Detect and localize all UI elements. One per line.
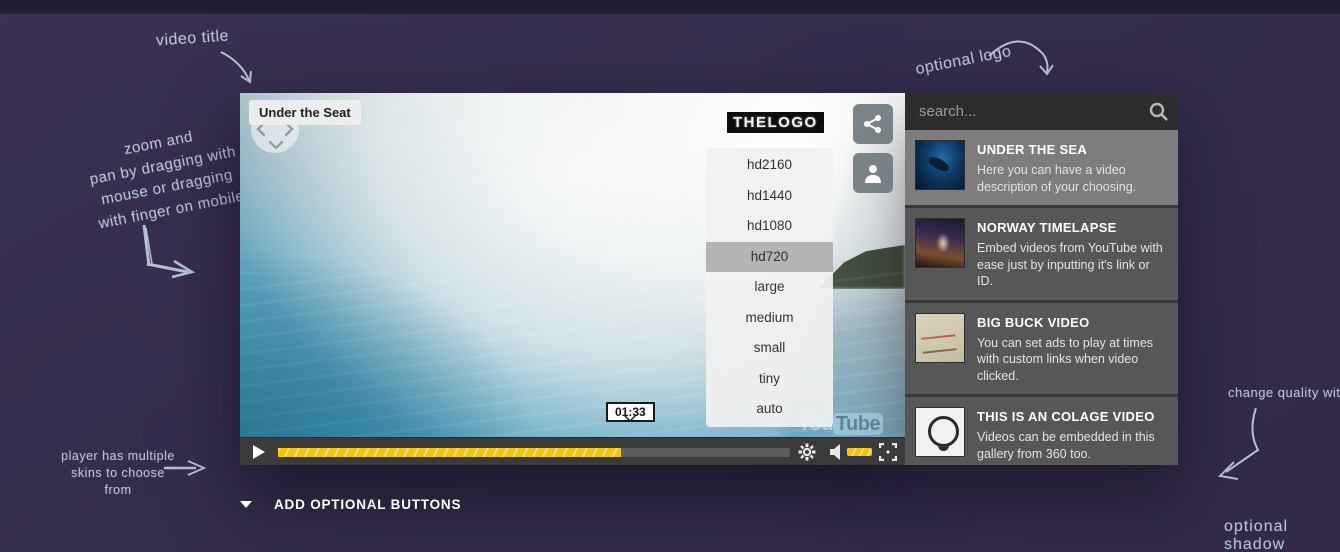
chevron-down-icon[interactable]	[269, 141, 283, 150]
playlist-item-text: NORWAY TIMELAPSE Embed videos from YouTu…	[977, 218, 1168, 290]
play-icon[interactable]	[251, 444, 267, 460]
quality-option-tiny[interactable]: tiny	[706, 364, 833, 395]
quality-menu: hd2160 hd1440 hd1080 hd720 large medium …	[706, 148, 833, 427]
video-thumbnail	[915, 312, 965, 363]
time-tooltip: 01:33	[606, 402, 655, 422]
share-icon	[864, 115, 881, 133]
arrow-icon	[988, 40, 1054, 76]
playlist-item[interactable]: THIS IS AN COLAGE VIDEO Videos can be em…	[905, 397, 1178, 465]
video-player: Under the Seat THELOGO hd2160 hd1440 hd1…	[240, 93, 905, 465]
fullscreen-icon[interactable]	[879, 443, 897, 461]
arrow-icon	[142, 224, 196, 279]
quality-option-medium[interactable]: medium	[706, 303, 833, 334]
quality-option-hd1440[interactable]: hd1440	[706, 181, 833, 212]
page-background: video title optional logo zoom and pan b…	[0, 0, 1340, 552]
user-icon	[865, 165, 881, 183]
annotation-optional-shadow: optional shadow	[1224, 518, 1289, 552]
video-thumbnail	[915, 140, 965, 190]
playlist-item-description: You can set ads to play at times with cu…	[977, 335, 1154, 383]
playlist-item-title: UNDER THE SEA	[977, 142, 1088, 157]
quality-option-auto[interactable]: auto	[706, 394, 833, 425]
playlist-item-title: THIS IS AN COLAGE VIDEO	[977, 409, 1155, 424]
progress-bar[interactable]	[278, 448, 790, 457]
playlist-item[interactable]: BIG BUCK VIDEO You can set ads to play a…	[905, 302, 1178, 397]
quality-option-hd2160[interactable]: hd2160	[706, 150, 833, 181]
search-bar	[905, 93, 1178, 130]
playlist-item-text: UNDER THE SEA Here you can have a video …	[977, 140, 1168, 195]
arrow-icon	[220, 51, 252, 84]
share-button[interactable]	[853, 104, 893, 144]
arrow-icon	[164, 460, 207, 476]
quality-option-hd720[interactable]: hd720	[706, 241, 833, 272]
search-icon[interactable]	[1149, 102, 1168, 121]
quality-option-small[interactable]: small	[706, 333, 833, 364]
speaker-icon[interactable]	[829, 443, 843, 461]
video-thumbnail	[915, 407, 965, 457]
annotation-change-quality: change quality with a c	[1228, 385, 1340, 400]
playlist-item-description: Videos can be embedded in this gallery f…	[977, 430, 1155, 461]
water-shade	[240, 247, 540, 437]
playlist-item-description: Embed videos from YouTube with ease just…	[977, 241, 1163, 288]
progress-fill	[278, 448, 622, 457]
video-title-badge: Under the Seat	[249, 100, 361, 125]
quality-option-hd1080[interactable]: hd1080	[706, 211, 833, 242]
arrow-icon	[1217, 407, 1260, 480]
playlist-item-description: Here you can have a video description of…	[977, 163, 1137, 194]
playlist-item-title: BIG BUCK VIDEO	[977, 314, 1090, 330]
playlist-item-text: BIG BUCK VIDEO You can set ads to play a…	[977, 313, 1168, 385]
top-strip	[0, 0, 1340, 14]
playlist-item-title: NORWAY TIMELAPSE	[977, 220, 1117, 235]
gear-icon[interactable]	[798, 443, 816, 461]
caret-down-icon	[240, 501, 252, 508]
playlist-sidebar: UNDER THE SEA Here you can have a video …	[905, 93, 1178, 465]
search-input[interactable]	[905, 93, 1178, 130]
add-optional-buttons-toggle[interactable]: ADD OPTIONAL BUTTONS	[240, 497, 461, 512]
add-optional-buttons-label: ADD OPTIONAL BUTTONS	[274, 497, 462, 512]
quality-option-large[interactable]: large	[706, 272, 833, 303]
watermark-tube: Tube	[832, 413, 884, 435]
user-button[interactable]	[853, 153, 893, 193]
playlist-item-text: THIS IS AN COLAGE VIDEO Videos can be em…	[977, 407, 1168, 462]
control-bar	[240, 437, 905, 465]
video-thumbnail	[915, 218, 965, 268]
playlist-item[interactable]: UNDER THE SEA Here you can have a video …	[905, 130, 1178, 208]
volume-bar[interactable]	[847, 448, 872, 456]
playlist-item[interactable]: NORWAY TIMELAPSE Embed videos from YouTu…	[905, 208, 1178, 303]
player-logo[interactable]: THELOGO	[727, 112, 824, 133]
video-canvas[interactable]: Under the Seat THELOGO hd2160 hd1440 hd1…	[240, 93, 905, 437]
